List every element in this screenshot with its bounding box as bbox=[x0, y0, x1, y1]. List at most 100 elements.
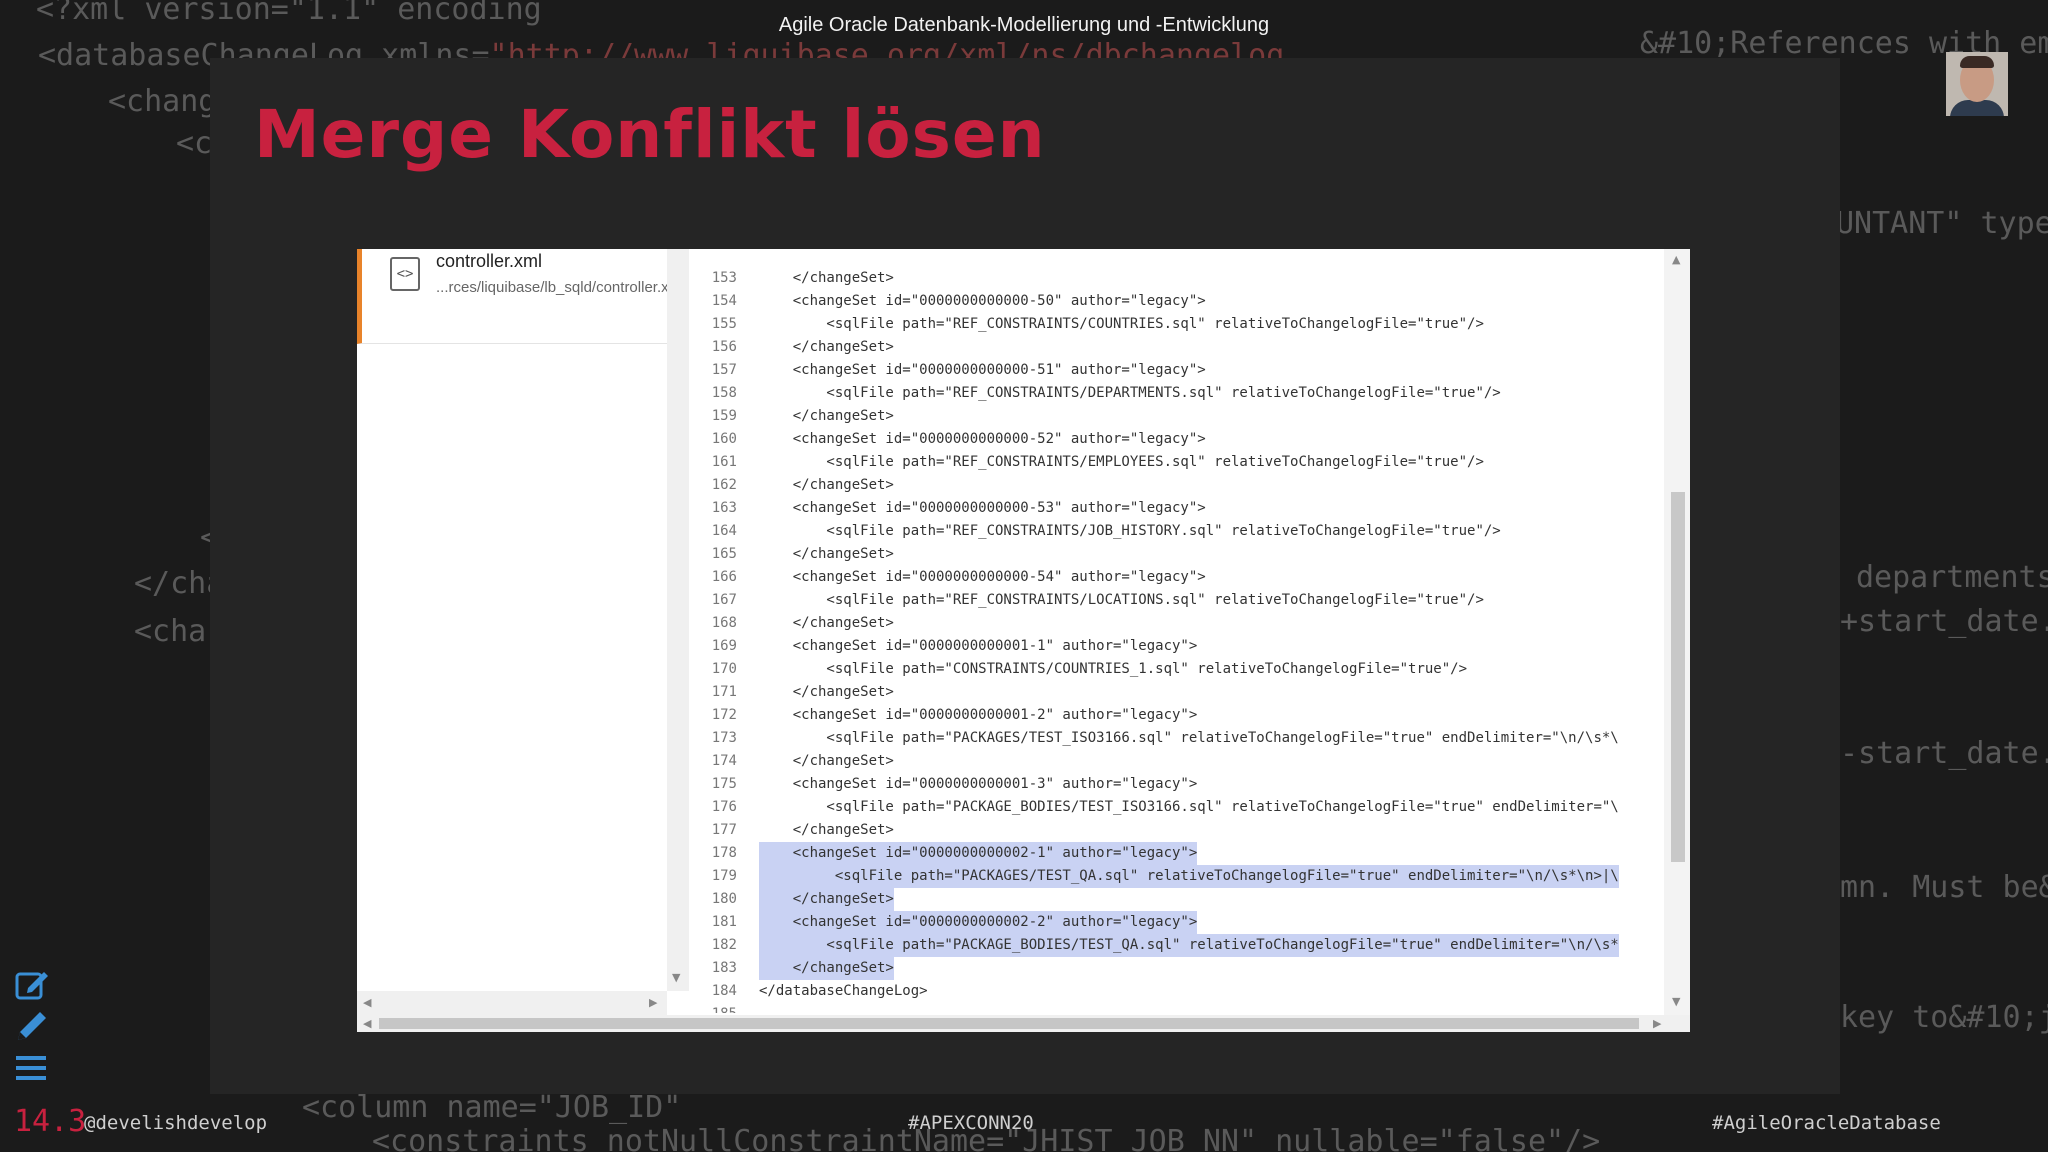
code-editor[interactable]: 153 </changeSet> 154 <changeSet id="00000… bbox=[689, 267, 1664, 1013]
line-text: </changeSet> bbox=[759, 546, 894, 562]
line-text: <changeSet id="0000000000000-50" author=… bbox=[759, 293, 1206, 309]
sidebar-vertical-scrollbar[interactable]: ▼ bbox=[667, 249, 689, 991]
line-number: 177 bbox=[711, 822, 737, 838]
line-text: <sqlFile path="PACKAGE_BODIES/TEST_ISO31… bbox=[759, 799, 1619, 815]
line-number: 181 bbox=[711, 914, 737, 930]
scrollbar-thumb[interactable] bbox=[1671, 492, 1685, 862]
bg-code-line: UNTANT" type= bbox=[1836, 206, 2048, 241]
code-line[interactable]: 182 <sqlFile path="PACKAGE_BODIES/TEST_Q… bbox=[689, 934, 1664, 957]
line-text: </databaseChangeLog> bbox=[759, 983, 928, 999]
code-line[interactable]: 176 <sqlFile path="PACKAGE_BODIES/TEST_I… bbox=[689, 796, 1664, 819]
code-line[interactable]: 164 <sqlFile path="REF_CONSTRAINTS/JOB_H… bbox=[689, 520, 1664, 543]
code-line[interactable]: 180 </changeSet> bbox=[689, 888, 1664, 911]
code-line[interactable]: 172 <changeSet id="0000000000001-2" auth… bbox=[689, 704, 1664, 727]
menu-icon[interactable] bbox=[14, 1050, 50, 1086]
line-number: 171 bbox=[711, 684, 737, 700]
code-line[interactable]: 159 </changeSet> bbox=[689, 405, 1664, 428]
line-number: 184 bbox=[711, 983, 737, 999]
line-number: 170 bbox=[711, 661, 737, 677]
footer-hashtag-center: #APEXCONN20 bbox=[908, 1112, 1034, 1134]
avatar-suit bbox=[1950, 100, 2004, 116]
line-text: </changeSet> bbox=[759, 957, 894, 980]
line-number: 173 bbox=[711, 730, 737, 746]
code-line[interactable]: 177 </changeSet> bbox=[689, 819, 1664, 842]
bg-code-line: <cha bbox=[134, 614, 207, 649]
code-line[interactable]: 167 <sqlFile path="REF_CONSTRAINTS/LOCAT… bbox=[689, 589, 1664, 612]
file-entry-controller[interactable]: <> controller.xml ...rces/liquibase/lb_s… bbox=[357, 249, 685, 344]
line-number: 159 bbox=[711, 408, 737, 424]
line-number: 175 bbox=[711, 776, 737, 792]
line-number: 165 bbox=[711, 546, 737, 562]
scroll-down-arrow-icon[interactable]: ▼ bbox=[672, 971, 680, 984]
line-text: </changeSet> bbox=[759, 408, 894, 424]
line-text: <sqlFile path="REF_CONSTRAINTS/COUNTRIES… bbox=[759, 316, 1484, 332]
code-line[interactable]: 156 </changeSet> bbox=[689, 336, 1664, 359]
code-line[interactable]: 175 <changeSet id="0000000000001-3" auth… bbox=[689, 773, 1664, 796]
line-number: 178 bbox=[711, 845, 737, 861]
code-line[interactable]: 162 </changeSet> bbox=[689, 474, 1664, 497]
line-number: 161 bbox=[711, 454, 737, 470]
bg-code-line: -start_date.& bbox=[1840, 736, 2048, 771]
line-number: 164 bbox=[711, 523, 737, 539]
line-number: 163 bbox=[711, 500, 737, 516]
bg-code-line: mn. Must be&# bbox=[1840, 870, 2048, 905]
sidebar-horizontal-scrollbar[interactable]: ◀ ▶ bbox=[357, 991, 667, 1015]
edit-icon[interactable] bbox=[14, 966, 50, 1002]
code-line[interactable]: 179 <sqlFile path="PACKAGES/TEST_QA.sql"… bbox=[689, 865, 1664, 888]
code-line[interactable]: 169 <changeSet id="0000000000001-1" auth… bbox=[689, 635, 1664, 658]
code-line[interactable]: 181 <changeSet id="0000000000002-2" auth… bbox=[689, 911, 1664, 934]
code-line[interactable]: 178 <changeSet id="0000000000002-1" auth… bbox=[689, 842, 1664, 865]
line-text: </changeSet> bbox=[759, 684, 894, 700]
editor-horizontal-scrollbar[interactable]: ◀ ▶ bbox=[357, 1015, 1690, 1032]
line-number: 160 bbox=[711, 431, 737, 447]
line-number: 156 bbox=[711, 339, 737, 355]
code-line[interactable]: 161 <sqlFile path="REF_CONSTRAINTS/EMPLO… bbox=[689, 451, 1664, 474]
speaker-avatar bbox=[1946, 52, 2008, 116]
line-number: 172 bbox=[711, 707, 737, 723]
line-text: <changeSet id="0000000000000-53" author=… bbox=[759, 500, 1206, 516]
pencil-icon[interactable] bbox=[14, 1008, 50, 1044]
scrollbar-thumb[interactable] bbox=[379, 1018, 1639, 1029]
code-line[interactable]: 174 </changeSet> bbox=[689, 750, 1664, 773]
code-line[interactable]: 154 <changeSet id="0000000000000-50" aut… bbox=[689, 290, 1664, 313]
line-number: 157 bbox=[711, 362, 737, 378]
code-line[interactable]: 173 <sqlFile path="PACKAGES/TEST_ISO3166… bbox=[689, 727, 1664, 750]
line-text: <sqlFile path="CONSTRAINTS/COUNTRIES_1.s… bbox=[759, 661, 1468, 677]
code-line[interactable]: 168 </changeSet> bbox=[689, 612, 1664, 635]
line-text: </changeSet> bbox=[759, 888, 894, 911]
line-text: <sqlFile path="PACKAGES/TEST_ISO3166.sql… bbox=[759, 730, 1619, 746]
line-text: </changeSet> bbox=[759, 270, 894, 286]
code-line[interactable]: 158 <sqlFile path="REF_CONSTRAINTS/DEPAR… bbox=[689, 382, 1664, 405]
scroll-down-arrow-icon[interactable]: ▼ bbox=[1672, 995, 1680, 1008]
code-line[interactable]: 166 <changeSet id="0000000000000-54" aut… bbox=[689, 566, 1664, 589]
line-number: 155 bbox=[711, 316, 737, 332]
editor-vertical-scrollbar[interactable]: ▲ ▼ bbox=[1664, 249, 1690, 1015]
code-line[interactable]: 171 </changeSet> bbox=[689, 681, 1664, 704]
slide-title: Merge Konflikt lösen bbox=[254, 96, 1046, 173]
code-line[interactable]: 157 <changeSet id="0000000000000-51" aut… bbox=[689, 359, 1664, 382]
code-line[interactable]: 160 <changeSet id="0000000000000-52" aut… bbox=[689, 428, 1664, 451]
line-text: <changeSet id="0000000000002-2" author="… bbox=[759, 911, 1198, 934]
file-path: ...rces/liquibase/lb_sqld/controller.xml bbox=[436, 279, 685, 296]
code-line[interactable]: 155 <sqlFile path="REF_CONSTRAINTS/COUNT… bbox=[689, 313, 1664, 336]
scroll-right-arrow-icon[interactable]: ▶ bbox=[1653, 1017, 1661, 1030]
line-number: 162 bbox=[711, 477, 737, 493]
line-text: <changeSet id="0000000000001-2" author="… bbox=[759, 707, 1198, 723]
line-number: 185 bbox=[689, 1003, 737, 1013]
code-line[interactable]: 153 </changeSet> bbox=[689, 267, 1664, 290]
code-line[interactable]: 184 </databaseChangeLog> bbox=[689, 980, 1664, 1003]
code-line[interactable]: 170 <sqlFile path="CONSTRAINTS/COUNTRIES… bbox=[689, 658, 1664, 681]
scroll-left-arrow-icon[interactable]: ◀ bbox=[363, 996, 371, 1009]
line-text: <changeSet id="0000000000001-3" author="… bbox=[759, 776, 1198, 792]
file-sidebar: <> controller.xml ...rces/liquibase/lb_s… bbox=[357, 249, 685, 1032]
code-line[interactable]: 165 </changeSet> bbox=[689, 543, 1664, 566]
code-line[interactable]: 185 bbox=[689, 1003, 1664, 1013]
code-line[interactable]: 163 <changeSet id="0000000000000-53" aut… bbox=[689, 497, 1664, 520]
line-text: </changeSet> bbox=[759, 753, 894, 769]
bg-code-line: <c bbox=[176, 126, 213, 161]
code-line[interactable]: 183 </changeSet> bbox=[689, 957, 1664, 980]
line-number: 158 bbox=[711, 385, 737, 401]
scroll-right-arrow-icon[interactable]: ▶ bbox=[649, 996, 657, 1009]
scroll-left-arrow-icon[interactable]: ◀ bbox=[363, 1017, 371, 1030]
scroll-up-arrow-icon[interactable]: ▲ bbox=[1672, 253, 1680, 266]
